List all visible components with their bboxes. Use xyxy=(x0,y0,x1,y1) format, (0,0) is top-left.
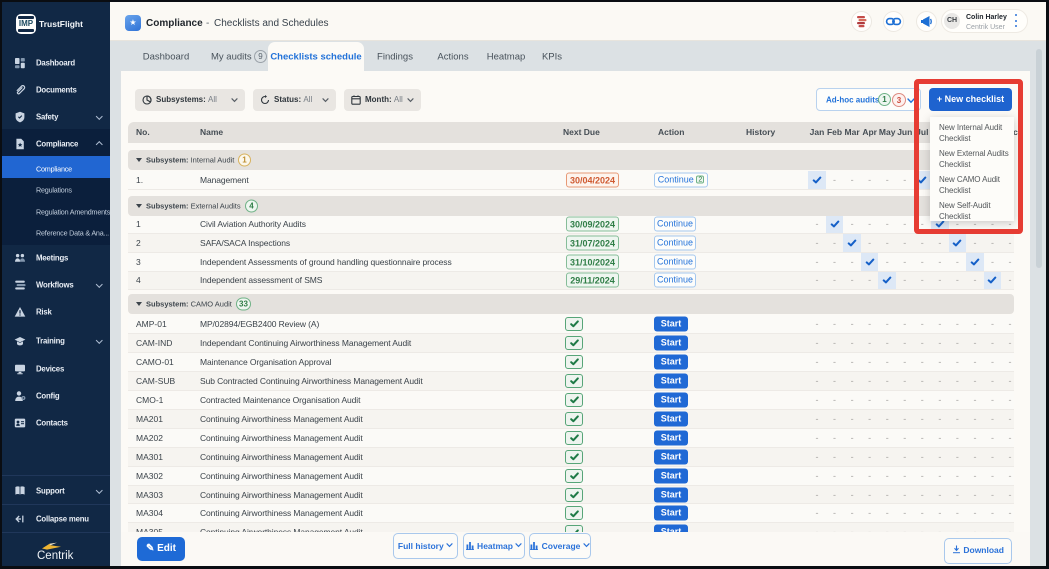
svg-text:Centrik: Centrik xyxy=(37,550,74,562)
